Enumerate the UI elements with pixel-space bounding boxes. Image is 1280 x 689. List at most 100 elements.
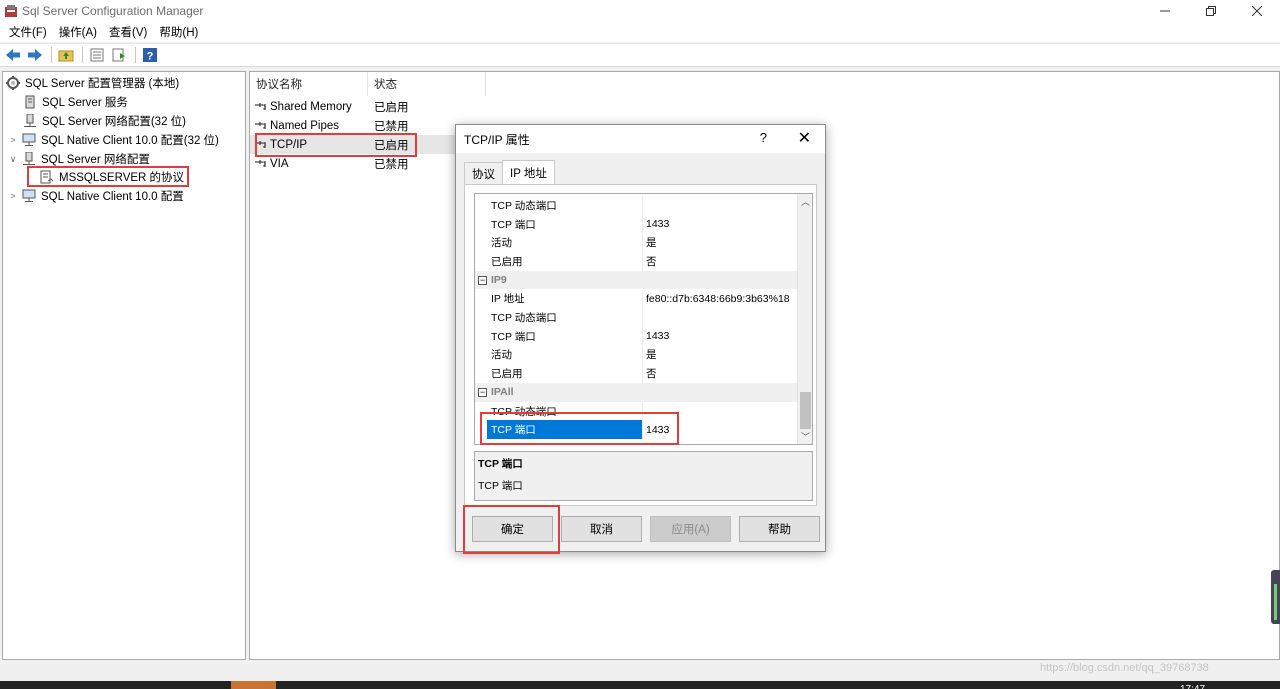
property-category-ip9[interactable]: − IP9 <box>475 270 798 290</box>
property-name: TCP 端口 <box>475 326 643 346</box>
property-row[interactable]: TCP 端口 1433 <box>475 214 798 234</box>
tab-panel: TCP 动态端口 TCP 端口 1433 活动是 已启用否 − IP9 IP 地址 f… <box>464 184 817 506</box>
forward-arrow-icon[interactable] <box>25 45 45 65</box>
window-title: Sql Server Configuration Manager <box>22 4 204 18</box>
tree-item-label: SQL Server 服务 <box>42 97 128 109</box>
list-item-name: Shared Memory <box>270 100 352 113</box>
tree-item-native-client-32[interactable]: > SQL Native Client 10.0 配置(32 位) <box>8 131 219 149</box>
client-icon <box>22 133 36 147</box>
taskbar-active-app[interactable] <box>231 681 276 689</box>
property-row[interactable]: 已启用否 <box>475 364 798 383</box>
restore-icon[interactable] <box>1188 0 1234 22</box>
tab-strip: 协议 IP 地址 <box>464 160 555 184</box>
list-item-status: 已禁用 <box>374 158 409 171</box>
list-item-name: VIA <box>270 157 289 170</box>
property-name: 活动 <box>475 345 643 365</box>
app-icon <box>4 4 18 18</box>
taskbar: 17:47 <box>0 681 1280 689</box>
menu-action[interactable]: 操作(A) <box>53 24 103 40</box>
help-icon[interactable]: ? <box>760 130 767 145</box>
network-icon <box>22 151 36 166</box>
property-name: 已启用 <box>475 252 643 271</box>
server-icon <box>23 95 37 109</box>
expand-chevron-icon[interactable]: > <box>8 135 18 145</box>
tab-ip-addresses[interactable]: IP 地址 <box>502 160 555 184</box>
highlight-box <box>27 166 189 187</box>
cancel-button[interactable]: 取消 <box>561 516 642 542</box>
tree-item-services[interactable]: SQL Server 服务 <box>23 93 128 111</box>
property-value: fe80::d7b:6348:66b9:3b63%18 <box>646 292 790 305</box>
collapse-minus-icon[interactable]: − <box>478 387 487 397</box>
menu-file[interactable]: 文件(F) <box>3 24 53 40</box>
tree-item-label: SQL Server 网络配置(32 位) <box>42 116 186 128</box>
property-row[interactable]: 活动是 <box>475 345 798 365</box>
toolbar-separator <box>51 47 52 63</box>
property-category-ipall[interactable]: − IPAll <box>475 383 798 402</box>
tree-item-label: SQL Server 配置管理器 (本地) <box>25 78 180 90</box>
plug-icon <box>254 158 268 170</box>
property-value: 是 <box>646 349 657 362</box>
property-row[interactable]: 已启用否 <box>475 252 798 271</box>
help-icon[interactable]: ? <box>140 45 160 65</box>
tab-protocol[interactable]: 协议 <box>464 162 503 184</box>
property-row[interactable]: TCP 动态端口 <box>475 196 798 215</box>
list-header: 协议名称 状态 <box>250 72 486 96</box>
close-icon[interactable]: ✕ <box>798 128 811 148</box>
grid-scrollbar[interactable]: ︿ ﹀ <box>797 194 812 444</box>
title-bar: Sql Server Configuration Manager <box>0 0 1280 22</box>
category-name: IPAll <box>491 386 514 399</box>
property-row[interactable]: TCP 端口 1433 <box>475 326 798 346</box>
up-folder-icon[interactable] <box>56 45 76 65</box>
menu-help[interactable]: 帮助(H) <box>153 24 204 40</box>
scroll-thumb[interactable] <box>800 392 811 429</box>
list-item-status: 已启用 <box>374 101 409 114</box>
plug-icon <box>254 101 268 113</box>
property-value <box>643 196 646 215</box>
list-item-name: Named Pipes <box>270 119 340 132</box>
apply-button[interactable]: 应用(A) <box>650 516 731 542</box>
column-header-protocol[interactable]: 协议名称 <box>250 72 368 96</box>
config-manager-icon <box>6 76 20 90</box>
minimize-icon[interactable] <box>1142 0 1188 22</box>
property-value: 是 <box>646 237 657 250</box>
property-value: 1433 <box>646 330 670 343</box>
tree-item-native-client[interactable]: > SQL Native Client 10.0 配置 <box>8 187 184 205</box>
expand-chevron-icon[interactable]: > <box>8 191 18 201</box>
collapse-chevron-icon[interactable]: ∨ <box>8 154 18 165</box>
network-icon <box>23 113 37 128</box>
description-text: TCP 端口 <box>478 480 523 492</box>
properties-icon[interactable] <box>87 45 107 65</box>
export-icon[interactable] <box>109 45 129 65</box>
property-row[interactable]: 活动是 <box>475 233 798 253</box>
list-item-shared-memory[interactable]: Shared Memory 已启用 <box>250 97 409 116</box>
collapse-minus-icon[interactable]: − <box>478 275 487 285</box>
property-name: TCP 端口 <box>475 214 643 234</box>
svg-text:?: ? <box>147 51 154 63</box>
tree-item-root[interactable]: SQL Server 配置管理器 (本地) <box>6 74 179 92</box>
toolbar-separator <box>82 47 83 63</box>
property-row[interactable]: TCP 动态端口 <box>475 308 798 327</box>
back-arrow-icon[interactable] <box>3 45 23 65</box>
highlight-box <box>255 133 417 157</box>
tcpip-properties-dialog: TCP/IP 属性 ? ✕ 协议 IP 地址 TCP 动态端口 TCP 端口 14… <box>455 124 826 554</box>
tree-pane: SQL Server 配置管理器 (本地) SQL Server 服务 SQL … <box>2 71 246 660</box>
scroll-down-icon[interactable]: ﹀ <box>798 429 812 444</box>
menu-view[interactable]: 查看(V) <box>103 24 153 40</box>
dialog-title: TCP/IP 属性 <box>464 132 530 147</box>
column-header-status[interactable]: 状态 <box>368 72 486 96</box>
scroll-up-icon[interactable]: ︿ <box>798 194 812 209</box>
tree-item-label: SQL Native Client 10.0 配置 <box>41 191 184 203</box>
watermark: https://blog.csdn.net/qq_39768738 <box>1040 662 1209 674</box>
property-grid: TCP 动态端口 TCP 端口 1433 活动是 已启用否 − IP9 IP 地址 f… <box>474 193 813 445</box>
property-value <box>643 308 646 327</box>
close-icon[interactable] <box>1234 0 1280 22</box>
side-gauge-widget[interactable] <box>1271 570 1280 624</box>
property-name: 已启用 <box>475 364 643 383</box>
gauge-level <box>1274 584 1277 620</box>
property-row[interactable]: IP 地址 fe80::d7b:6348:66b9:3b63%18 <box>475 289 798 309</box>
tree-item-network-32[interactable]: SQL Server 网络配置(32 位) <box>23 112 186 130</box>
tree-item-label: SQL Native Client 10.0 配置(32 位) <box>41 135 219 147</box>
property-description: TCP 端口 TCP 端口 <box>474 451 813 501</box>
help-button[interactable]: 帮助 <box>739 516 820 542</box>
property-name: TCP 动态端口 <box>475 308 643 327</box>
